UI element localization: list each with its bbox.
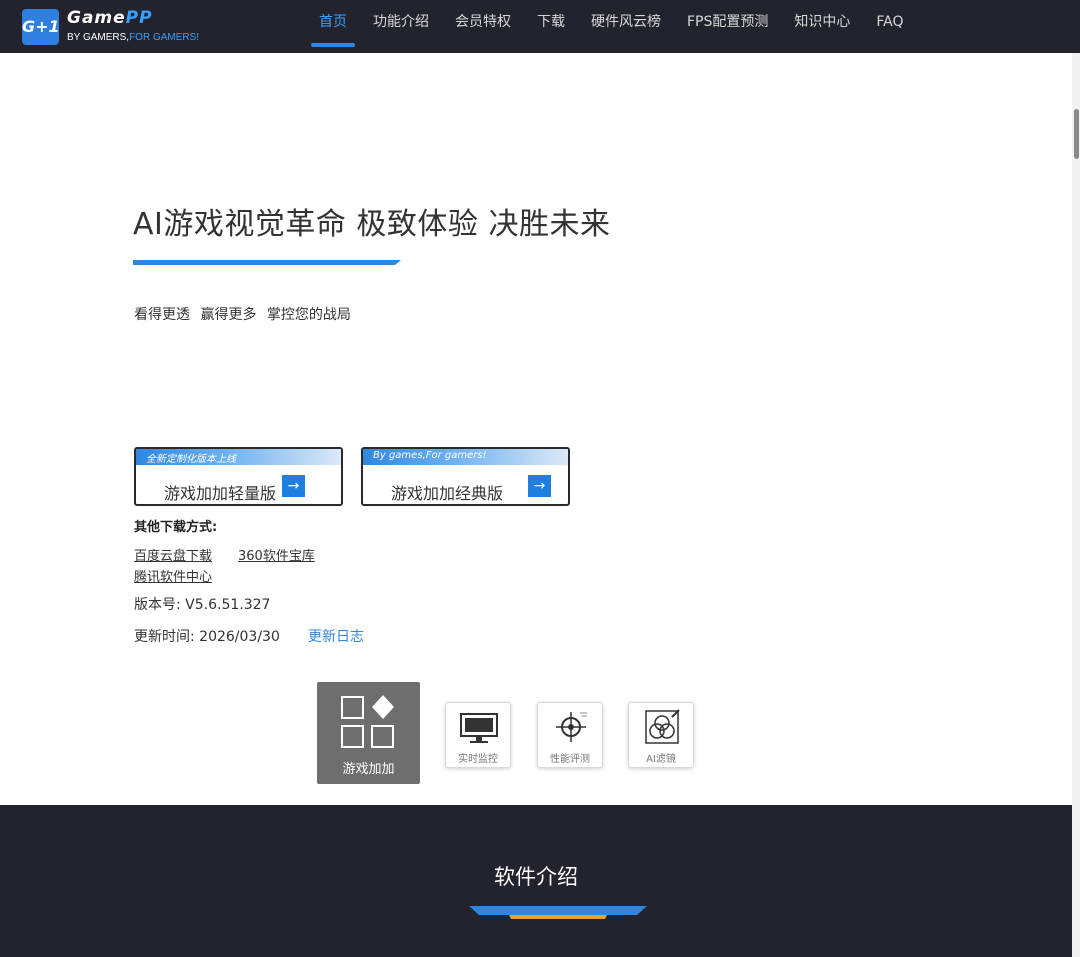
top-header: G+1 GamePP BY GAMERS,FOR GAMERS! 首页 功能介绍… — [0, 0, 1080, 53]
nav-item-features[interactable]: 功能介绍 — [360, 0, 442, 53]
nav-item-fps-prediction[interactable]: FPS配置预测 — [674, 0, 781, 53]
logo-badge-icon: G+1 — [22, 9, 60, 45]
nav-item-download[interactable]: 下载 — [524, 0, 578, 53]
grid-diamond-icon — [341, 695, 394, 748]
changelog-link[interactable]: 更新日志 — [308, 626, 364, 646]
feature-label: 游戏加加 — [342, 762, 395, 777]
gamepp-logo[interactable]: G+1 GamePP BY GAMERS,FOR GAMERS! — [22, 8, 222, 48]
monitor-icon — [460, 713, 498, 743]
classic-ribbon: By games,For gamers! — [363, 449, 568, 465]
tencent-software-link[interactable]: 腾讯软件中心 — [134, 566, 212, 585]
baidu-cloud-link[interactable]: 百度云盘下载 — [134, 545, 212, 564]
hero-title: AI游戏视觉革命 极致体验 决胜未来 — [133, 207, 611, 242]
feature-tile-benchmark[interactable]: 性能评测 — [537, 702, 603, 768]
software-intro-section: 软件介绍 — [0, 805, 1072, 957]
logo-name: GamePP — [67, 8, 153, 28]
lite-label: 游戏加加轻量版 — [164, 484, 277, 503]
crosshair-icon — [556, 712, 587, 742]
filter-icon — [645, 709, 680, 744]
update-time: 更新时间: 2026/03/30 — [134, 629, 280, 645]
feature-tile-monitor[interactable]: 实时监控 — [445, 702, 511, 768]
scrollbar-thumb[interactable] — [1074, 109, 1079, 159]
feature-tile-ai-filter[interactable]: AI滤镜 — [628, 702, 694, 768]
other-download-title: 其他下载方式: — [134, 520, 218, 535]
feature-label: AI滤镜 — [646, 754, 676, 765]
page-scrollbar[interactable] — [1072, 53, 1080, 957]
nav-item-membership[interactable]: 会员特权 — [442, 0, 524, 53]
intro-decor-bar — [469, 906, 647, 919]
nav-item-hardware-ranking[interactable]: 硬件风云榜 — [578, 0, 674, 53]
version-info: 版本号: V5.6.51.327 — [134, 597, 271, 613]
hero-underline — [133, 260, 401, 265]
nav-item-faq[interactable]: FAQ — [863, 0, 916, 53]
arrow-right-icon: → — [528, 475, 551, 497]
feature-tile-gamepp[interactable]: 游戏加加 — [317, 682, 420, 784]
hero-subtitle: 看得更透 赢得更多 掌控您的战局 — [134, 307, 351, 323]
arrow-right-icon: → — [282, 475, 305, 497]
nav-item-knowledge[interactable]: 知识中心 — [781, 0, 863, 53]
classic-label: 游戏加加经典版 — [391, 484, 504, 503]
lite-ribbon: 全新定制化版本上线 — [136, 449, 341, 465]
download-lite-button[interactable]: 全新定制化版本上线 游戏加加轻量版 → — [134, 447, 343, 506]
360-software-link[interactable]: 360软件宝库 — [238, 545, 315, 564]
nav-item-home[interactable]: 首页 — [306, 0, 360, 53]
feature-label: 性能评测 — [550, 754, 590, 765]
logo-slogan: BY GAMERS,FOR GAMERS! — [67, 32, 200, 43]
feature-label: 实时监控 — [458, 754, 498, 765]
download-classic-button[interactable]: By games,For gamers! 游戏加加经典版 → — [361, 447, 570, 506]
main-nav: 首页 功能介绍 会员特权 下载 硬件风云榜 FPS配置预测 知识中心 FAQ — [306, 0, 917, 53]
intro-title: 软件介绍 — [494, 865, 578, 889]
